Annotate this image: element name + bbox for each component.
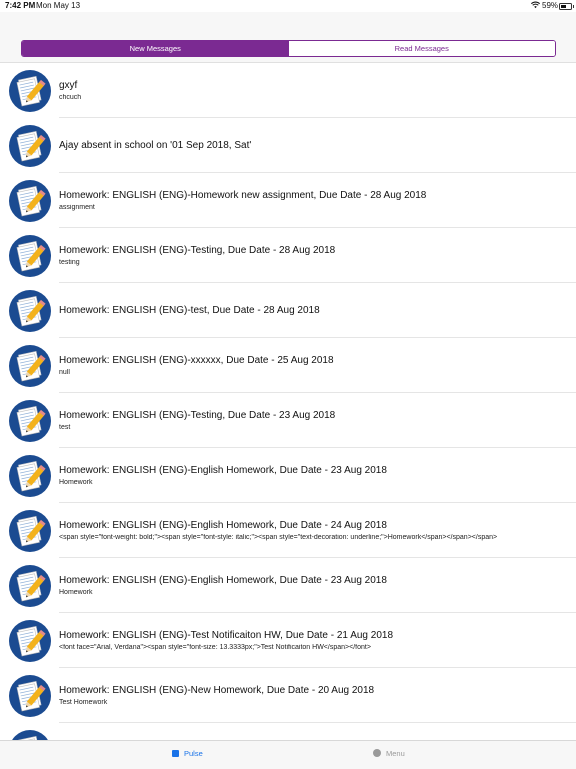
message-row[interactable]: Homework: ENGLISH (ENG)-test, Due Date -… bbox=[0, 283, 576, 338]
message-row[interactable]: Homework: ENGLISH (ENG)-New Homework, Du… bbox=[0, 668, 576, 723]
tab-menu-label: Menu bbox=[386, 749, 405, 758]
notepad-pencil-icon bbox=[9, 565, 51, 607]
message-title: Homework: ENGLISH (ENG)-Homework new ass… bbox=[59, 190, 568, 201]
notepad-pencil-icon bbox=[9, 125, 51, 167]
notepad-pencil-icon bbox=[9, 730, 51, 740]
message-title: Homework: ENGLISH (ENG)-English Homework… bbox=[59, 465, 568, 476]
message-row[interactable]: Homework: ENGLISH (ENG)-Test Notificaito… bbox=[0, 613, 576, 668]
notepad-pencil-icon bbox=[9, 180, 51, 222]
tab-pulse[interactable]: Pulse bbox=[172, 749, 203, 763]
message-text: Homework: ENGLISH (ENG)-Testing, Due Dat… bbox=[59, 393, 568, 448]
battery-percent: 59% bbox=[542, 1, 558, 10]
message-title: Homework: ENGLISH (ENG)-New Homework, Du… bbox=[59, 685, 568, 696]
message-title: Homework: ENGLISH (ENG)-test, Due Date -… bbox=[59, 305, 568, 316]
notepad-pencil-icon bbox=[9, 620, 51, 662]
message-text: Homework: ENGLISH (ENG)-English Homework… bbox=[59, 448, 568, 503]
menu-icon bbox=[373, 749, 381, 757]
message-subtitle: <font face="Arial, Verdana"><span style=… bbox=[59, 644, 568, 651]
message-title: Homework: ENGLISH (ENG)-Test Notificaito… bbox=[59, 630, 568, 641]
message-text bbox=[59, 723, 568, 740]
message-list[interactable]: gxyf chcuch bbox=[0, 63, 576, 740]
notepad-pencil-icon bbox=[9, 455, 51, 497]
pulse-icon bbox=[172, 750, 179, 757]
message-text: Homework: ENGLISH (ENG)-English Homework… bbox=[59, 558, 568, 613]
notepad-pencil-icon bbox=[9, 675, 51, 717]
message-row[interactable]: Homework: ENGLISH (ENG)-English Homework… bbox=[0, 448, 576, 503]
message-row[interactable]: Homework: ENGLISH (ENG)-Homework new ass… bbox=[0, 173, 576, 228]
message-segmented-control[interactable]: New Messages Read Messages bbox=[21, 40, 556, 57]
message-text: Homework: ENGLISH (ENG)-xxxxxx, Due Date… bbox=[59, 338, 568, 393]
message-text: Homework: ENGLISH (ENG)-test, Due Date -… bbox=[59, 283, 568, 338]
message-row[interactable]: Homework: ENGLISH (ENG)-English Homework… bbox=[0, 558, 576, 613]
notepad-pencil-icon bbox=[9, 235, 51, 277]
message-title: Ajay absent in school on '01 Sep 2018, S… bbox=[59, 140, 568, 151]
message-subtitle: Homework bbox=[59, 479, 568, 486]
message-subtitle: test bbox=[59, 424, 568, 431]
message-text: gxyf chcuch bbox=[59, 63, 568, 118]
message-subtitle: Homework bbox=[59, 589, 568, 596]
navigation-header: New Messages Read Messages bbox=[0, 12, 576, 63]
tab-menu[interactable]: Menu bbox=[373, 749, 405, 763]
notepad-pencil-icon bbox=[9, 345, 51, 387]
status-date: Mon May 13 bbox=[36, 1, 80, 10]
new-messages-tab[interactable]: New Messages bbox=[22, 41, 289, 56]
message-row[interactable]: Homework: ENGLISH (ENG)-xxxxxx, Due Date… bbox=[0, 338, 576, 393]
message-subtitle: testing bbox=[59, 259, 568, 266]
message-text: Homework: ENGLISH (ENG)-New Homework, Du… bbox=[59, 668, 568, 723]
battery-icon bbox=[559, 3, 572, 10]
status-bar: 7:42 PM Mon May 13 59% bbox=[0, 0, 576, 12]
message-title: Homework: ENGLISH (ENG)-Testing, Due Dat… bbox=[59, 410, 568, 421]
message-text: Ajay absent in school on '01 Sep 2018, S… bbox=[59, 118, 568, 173]
message-title: Homework: ENGLISH (ENG)-Testing, Due Dat… bbox=[59, 245, 568, 256]
tab-bar: Pulse Menu bbox=[0, 740, 576, 769]
message-title: gxyf bbox=[59, 80, 568, 91]
message-subtitle: assignment bbox=[59, 204, 568, 211]
message-subtitle: <span style="font-weight: bold;"><span s… bbox=[59, 534, 568, 541]
message-text: Homework: ENGLISH (ENG)-Testing, Due Dat… bbox=[59, 228, 568, 283]
message-row[interactable]: Homework: ENGLISH (ENG)-English Homework… bbox=[0, 503, 576, 558]
message-subtitle: null bbox=[59, 369, 568, 376]
status-time: 7:42 PM bbox=[5, 1, 35, 10]
notepad-pencil-icon bbox=[9, 510, 51, 552]
read-messages-tab[interactable]: Read Messages bbox=[289, 41, 556, 56]
message-row[interactable]: gxyf chcuch bbox=[0, 63, 576, 118]
notepad-pencil-icon bbox=[9, 290, 51, 332]
message-text: Homework: ENGLISH (ENG)-English Homework… bbox=[59, 503, 568, 558]
tab-pulse-label: Pulse bbox=[184, 749, 203, 758]
message-row[interactable]: Ajay absent in school on '01 Sep 2018, S… bbox=[0, 118, 576, 173]
wifi-icon bbox=[531, 1, 540, 11]
message-text: Homework: ENGLISH (ENG)-Test Notificaito… bbox=[59, 613, 568, 668]
message-text: Homework: ENGLISH (ENG)-Homework new ass… bbox=[59, 173, 568, 228]
message-title: Homework: ENGLISH (ENG)-English Homework… bbox=[59, 520, 568, 531]
notepad-pencil-icon bbox=[9, 70, 51, 112]
message-subtitle: Test Homework bbox=[59, 699, 568, 706]
message-subtitle: chcuch bbox=[59, 94, 568, 101]
notepad-pencil-icon bbox=[9, 400, 51, 442]
message-row[interactable]: Homework: ENGLISH (ENG)-Testing, Due Dat… bbox=[0, 228, 576, 283]
message-row[interactable]: Homework: ENGLISH (ENG)-Testing, Due Dat… bbox=[0, 393, 576, 448]
message-title: Homework: ENGLISH (ENG)-English Homework… bbox=[59, 575, 568, 586]
message-row[interactable] bbox=[0, 723, 576, 740]
message-title: Homework: ENGLISH (ENG)-xxxxxx, Due Date… bbox=[59, 355, 568, 366]
